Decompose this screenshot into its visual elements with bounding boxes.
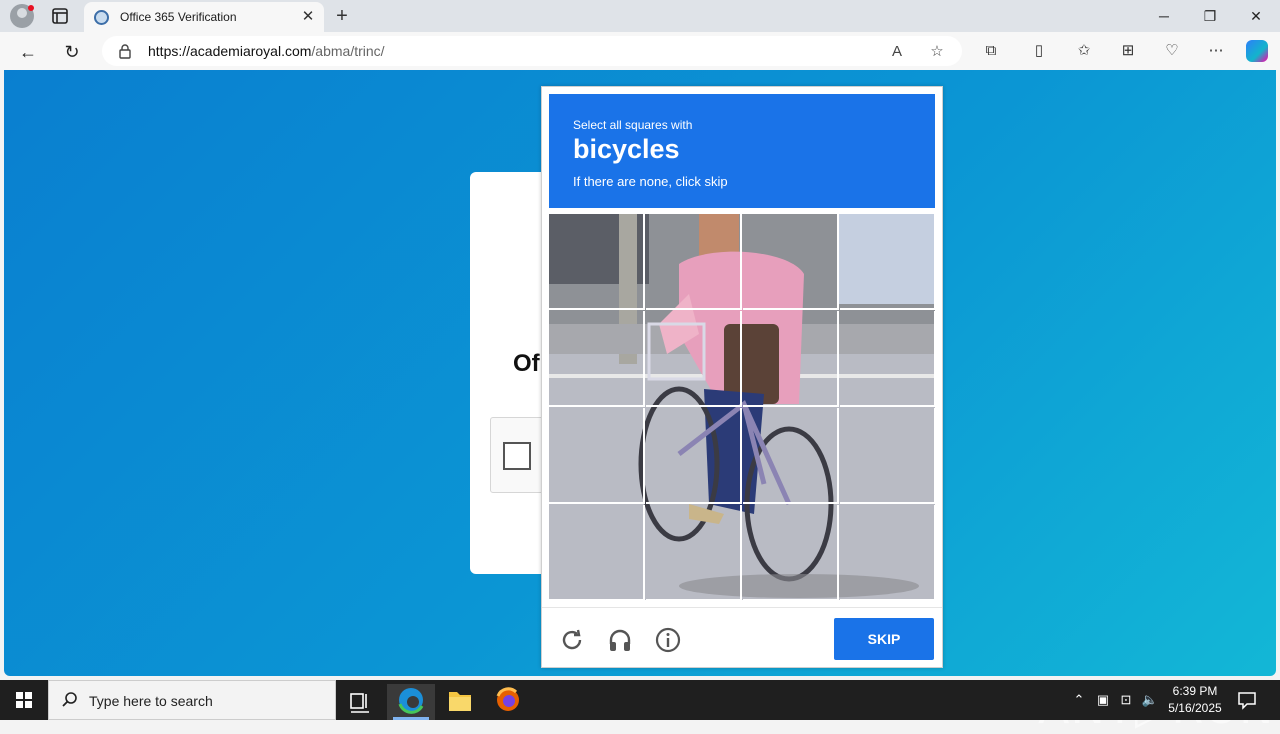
captcha-tile[interactable] [646, 214, 742, 310]
extensions-icon[interactable]: ⧉ [981, 41, 1001, 61]
volume-icon[interactable]: 🔈 [1141, 691, 1159, 709]
taskbar: Type here to search ⌃ ▣ ⊡ 🔈 6:39 PM 5/16… [0, 680, 1280, 720]
captcha-tile[interactable] [743, 505, 839, 600]
task-view-icon[interactable] [336, 684, 384, 720]
collections-icon[interactable]: ⊞ [1118, 41, 1138, 61]
captcha-image-grid [549, 214, 935, 600]
file-explorer-icon[interactable] [436, 684, 484, 720]
captcha-tile[interactable] [743, 214, 839, 310]
captcha-tile[interactable] [549, 505, 645, 600]
url-path: /abma/trinc/ [311, 43, 385, 59]
captcha-challenge: Select all squares with bicycles If ther… [541, 86, 943, 668]
captcha-tile[interactable] [840, 505, 935, 600]
url-text[interactable]: https://academiaroyal.com/abma/trinc/ [148, 43, 385, 59]
toolbar: ← ↻ https://academiaroyal.com/abma/trinc… [0, 32, 1280, 70]
captcha-hint: If there are none, click skip [573, 174, 728, 189]
firefox-icon[interactable] [484, 684, 532, 720]
skip-button[interactable]: SKIP [834, 618, 934, 660]
captcha-tile[interactable] [646, 505, 742, 600]
captcha-tile[interactable] [549, 214, 645, 310]
clock-date: 5/16/2025 [1168, 701, 1222, 715]
captcha-header: Select all squares with bicycles If ther… [549, 94, 935, 208]
favorite-star-icon[interactable]: ☆ [928, 43, 946, 61]
window-close-icon[interactable]: ✕ [1234, 4, 1278, 28]
captcha-tile[interactable] [743, 311, 839, 407]
back-icon[interactable]: ← [17, 41, 39, 63]
captcha-footer: SKIP [542, 607, 942, 667]
captcha-tile[interactable] [743, 408, 839, 504]
search-icon [62, 692, 77, 707]
card-heading: Of [513, 350, 540, 377]
refresh-icon[interactable]: ↻ [61, 41, 83, 63]
captcha-tile[interactable] [840, 408, 935, 504]
tab-actions-icon[interactable] [50, 6, 70, 26]
captcha-instruction: Select all squares with [573, 118, 693, 132]
tray-device-icon[interactable]: ▣ [1094, 691, 1112, 709]
active-tab[interactable]: Office 365 Verification ✕ [84, 2, 324, 32]
minimize-icon[interactable]: ─ [1142, 4, 1186, 28]
network-icon[interactable]: ⊡ [1117, 691, 1135, 709]
split-screen-icon[interactable]: ▯ [1029, 41, 1049, 61]
url-host: https://academiaroyal.com [148, 43, 312, 59]
captcha-tile[interactable] [840, 311, 935, 407]
favicon [94, 10, 109, 25]
favorites-icon[interactable]: ✩ [1074, 41, 1094, 61]
tab-close-icon[interactable]: ✕ [300, 9, 316, 25]
notification-icon[interactable] [1236, 690, 1258, 710]
captcha-tile[interactable] [840, 214, 935, 310]
captcha-tile[interactable] [646, 408, 742, 504]
clock-time: 6:39 PM [1172, 684, 1218, 698]
taskbar-search[interactable]: Type here to search [48, 680, 336, 720]
address-bar[interactable]: https://academiaroyal.com/abma/trinc/ A … [102, 36, 962, 66]
info-icon[interactable] [654, 626, 682, 654]
tray-chevron-icon[interactable]: ⌃ [1070, 691, 1088, 709]
edge-icon[interactable] [387, 684, 435, 720]
read-aloud-icon[interactable]: A [888, 43, 906, 61]
tab-strip: Office 365 Verification ✕ + ─ ❐ ✕ [0, 0, 1280, 32]
captcha-tile[interactable] [646, 311, 742, 407]
tab-title: Office 365 Verification [120, 10, 237, 24]
recaptcha-checkbox[interactable] [503, 442, 531, 470]
lock-icon[interactable] [118, 43, 132, 59]
windows-start-icon[interactable] [0, 680, 48, 720]
profile-notification-dot [28, 5, 34, 11]
more-icon[interactable]: ⋯ [1206, 41, 1226, 61]
captcha-target: bicycles [573, 134, 680, 164]
captcha-tile[interactable] [549, 311, 645, 407]
copilot-icon[interactable] [1246, 40, 1268, 62]
restore-icon[interactable]: ❐ [1188, 4, 1232, 28]
captcha-tile[interactable] [549, 408, 645, 504]
search-placeholder: Type here to search [89, 693, 213, 709]
audio-headphones-icon[interactable] [606, 626, 634, 654]
page-viewport: Of Select all squares with bicycles If t… [4, 70, 1276, 734]
system-clock[interactable]: 6:39 PM 5/16/2025 [1164, 683, 1226, 717]
browser-essentials-icon[interactable]: ♡ [1162, 41, 1182, 61]
reload-icon[interactable] [558, 626, 586, 654]
new-tab-button[interactable]: + [331, 5, 353, 27]
